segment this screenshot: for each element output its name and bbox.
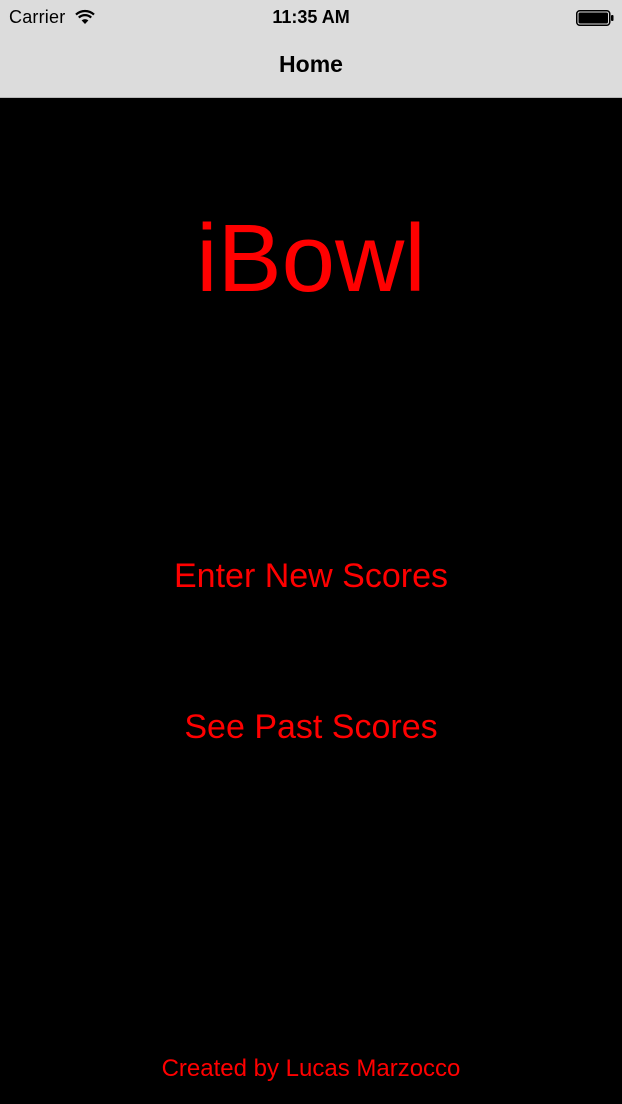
see-past-scores-button[interactable]: See Past Scores: [0, 708, 622, 747]
top-bar: Carrier 11:35 AM Home: [0, 0, 622, 98]
status-time: 11:35 AM: [272, 7, 350, 27]
battery-full-icon: [576, 10, 614, 26]
credit-text: Created by Lucas Marzocco: [161, 1055, 461, 1082]
app-title: iBowl: [196, 205, 426, 312]
nav-title: Home: [279, 51, 343, 77]
enter-new-scores-button[interactable]: Enter New Scores: [0, 557, 622, 596]
status-bar: Carrier 11:35 AM: [0, 0, 622, 36]
home-screen: Carrier 11:35 AM Home iBowl Enter New Sc…: [0, 0, 622, 1104]
